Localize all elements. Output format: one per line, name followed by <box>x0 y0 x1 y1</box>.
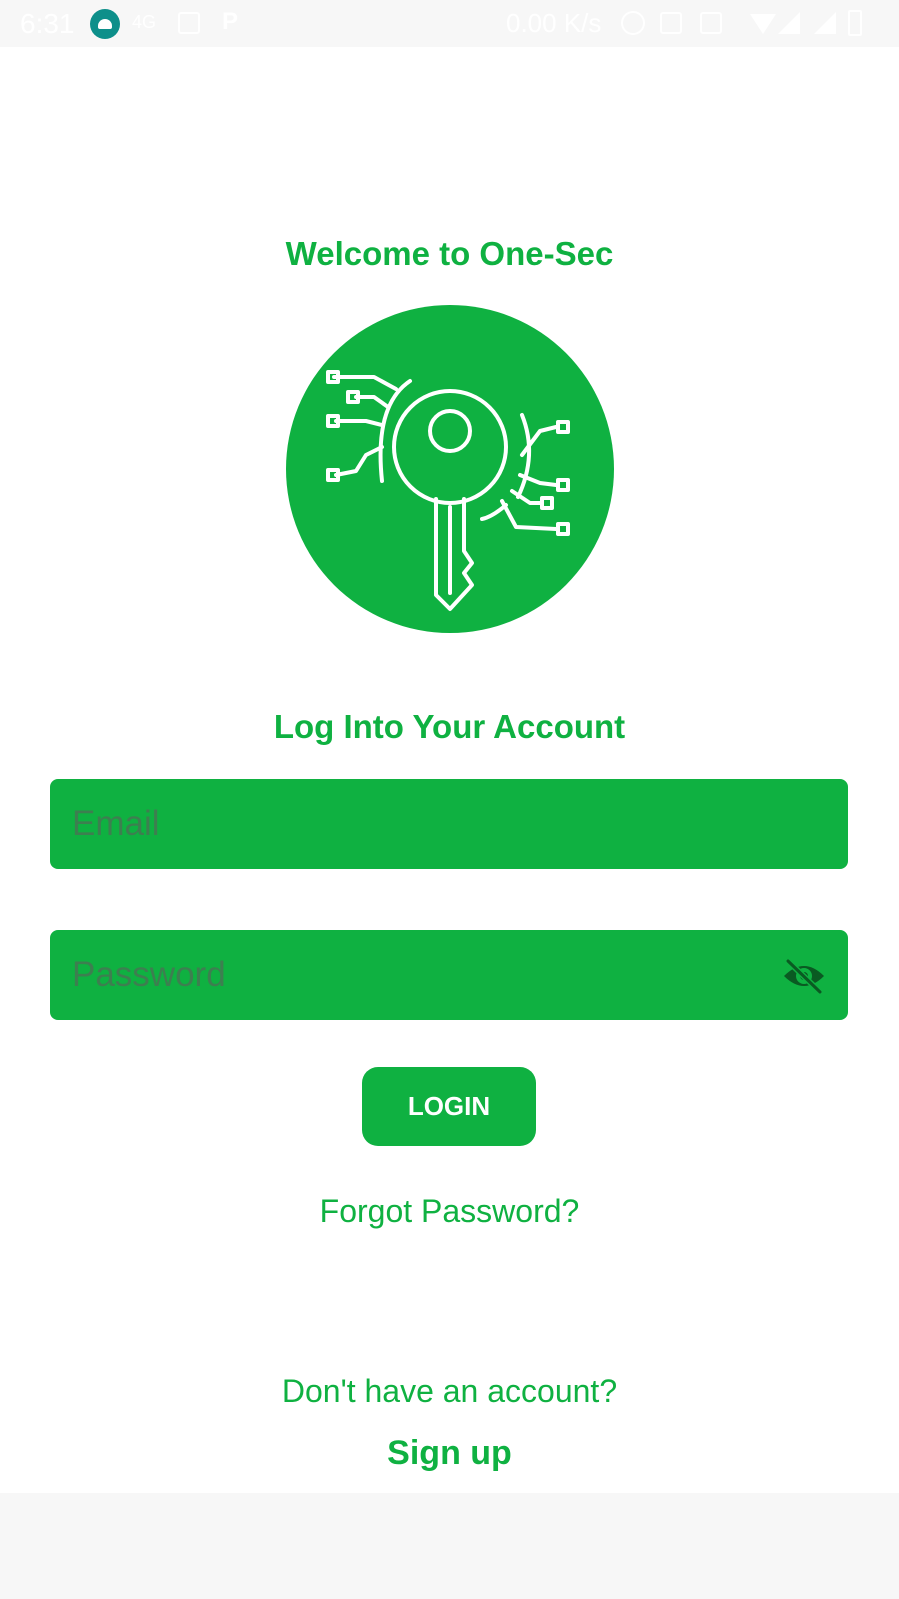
login-screen: Welcome to One-Sec Log Into Your Account… <box>0 47 899 1493</box>
no-account-prompt: Don't have an account? <box>281 1373 618 1409</box>
forgot-password-link[interactable]: Forgot Password? <box>0 1193 899 1230</box>
p-icon: P <box>222 8 239 35</box>
eye-off-icon[interactable] <box>782 958 826 994</box>
wifi-icon <box>750 14 776 34</box>
sign-up-link[interactable]: Sign up <box>0 1434 899 1473</box>
signal-icon-2 <box>814 12 836 34</box>
image-icon <box>178 12 200 34</box>
android-icon <box>90 9 120 39</box>
password-input[interactable] <box>72 930 752 1020</box>
vibrate-icon <box>700 12 722 34</box>
alarm-icon <box>621 11 645 35</box>
battery-icon <box>848 10 862 36</box>
status-time: 6:31 <box>20 8 75 39</box>
nfc-icon <box>660 12 682 34</box>
password-field[interactable] <box>50 930 848 1020</box>
welcome-title: Welcome to One-Sec <box>285 235 614 272</box>
signal-icon <box>778 12 800 34</box>
network-type: 4G <box>132 12 157 32</box>
circuit-key-icon <box>286 305 614 633</box>
status-bar: 6:31 4G P 0.00 K/s <box>0 0 899 47</box>
email-input[interactable] <box>72 779 752 869</box>
login-title: Log Into Your Account <box>273 708 626 745</box>
login-button[interactable]: LOGIN <box>362 1067 536 1146</box>
network-speed: 0.00 K/s <box>506 8 602 38</box>
email-field[interactable] <box>50 779 848 869</box>
